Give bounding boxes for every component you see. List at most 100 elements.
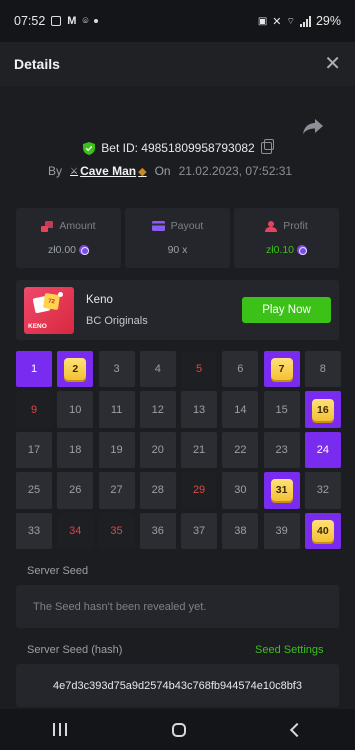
gallery-icon xyxy=(51,16,62,26)
profit-value: zł0.10 xyxy=(265,244,295,256)
verified-shield-icon xyxy=(83,141,96,155)
status-bar: 07:52 M ⌾ ▣ ✕ ⌔ 29% xyxy=(0,0,355,42)
copy-icon[interactable] xyxy=(260,139,274,154)
keno-cell: 12 xyxy=(139,391,176,428)
notification-icon: ⌾ xyxy=(82,15,89,27)
keno-thumb-label: KENO xyxy=(28,323,47,330)
bet-id-row: Bet ID: 49851809958793082 xyxy=(0,139,355,155)
keno-cell: 38 xyxy=(222,512,259,549)
server-seed-label: Server Seed xyxy=(27,565,89,577)
server-seed-hash-label: Server Seed (hash) xyxy=(27,644,123,656)
amount-stat: Amount zł0.00 xyxy=(16,208,121,268)
bet-stats: Amount zł0.00 Payout 90 x Profit zł0.10 xyxy=(16,208,339,268)
keno-cell: 17 xyxy=(16,431,52,469)
keno-thumbnail[interactable]: 72 KENO xyxy=(24,287,74,334)
keno-cell: 23 xyxy=(263,431,300,469)
keno-cell: 9 xyxy=(16,391,52,428)
keno-cell: 24 xyxy=(304,431,341,469)
system-nav-bar xyxy=(0,709,355,750)
on-label: On xyxy=(154,164,171,178)
server-seed-value: The Seed hasn't been revealed yet. xyxy=(33,600,207,613)
club-icon: ◆ xyxy=(138,165,147,178)
keno-cell: 28 xyxy=(139,472,176,509)
share-icon[interactable] xyxy=(302,117,324,135)
keno-cell: 15 xyxy=(263,391,300,428)
server-seed-hash-value: 4e7d3c393d75a9d2574b43c768fb944574e10c8b… xyxy=(53,679,302,692)
user-profit-icon xyxy=(265,220,278,232)
game-card: 72 KENO Keno BC Originals Play Now xyxy=(16,280,339,340)
keno-cell: 7 xyxy=(263,351,300,388)
keno-hit-number: 2 xyxy=(64,358,87,381)
keno-cell: 18 xyxy=(57,431,94,469)
gmail-icon: M xyxy=(67,15,77,27)
bet-id: Bet ID: 49851809958793082 xyxy=(101,141,255,155)
keno-hit-number: 7 xyxy=(270,358,293,381)
close-icon[interactable]: ✕ xyxy=(324,54,341,74)
wifi-icon: ⌔ xyxy=(286,15,295,26)
game-provider: BC Originals xyxy=(86,315,148,327)
keno-cell: 34 xyxy=(57,512,94,549)
keno-grid: 1 2 3 4 5 6 7 8 9 10 11 12 13 14 15 16 17 18 19 20 21 22 23 24 2… xyxy=(16,351,341,549)
mute-icon: ✕ xyxy=(272,15,282,28)
keno-cell: 21 xyxy=(181,431,218,469)
payout-stat: Payout 90 x xyxy=(125,208,230,268)
user-link[interactable]: ⚔ Cave Man ◆ xyxy=(70,164,147,178)
back-icon[interactable] xyxy=(290,722,305,737)
keno-cell: 35 xyxy=(98,512,135,549)
details-header: Details ✕ xyxy=(0,42,355,86)
keno-hit-number: 16 xyxy=(311,398,334,421)
keno-cell: 16 xyxy=(304,391,341,428)
keno-cell: 19 xyxy=(98,431,135,469)
keno-cell: 2 xyxy=(57,351,94,388)
bet-byline: By ⚔ Cave Man ◆ On 21.02.2023, 07:52:31 xyxy=(48,164,292,178)
signal-icon xyxy=(299,15,311,27)
user-avatar-icon: ⚔ xyxy=(70,165,79,176)
keno-cell: 11 xyxy=(98,391,135,428)
seed-settings-link[interactable]: Seed Settings xyxy=(255,644,324,656)
keno-cell: 4 xyxy=(139,351,176,388)
page-title: Details xyxy=(14,56,60,72)
keno-cell: 1 xyxy=(16,351,52,388)
keno-cell: 30 xyxy=(222,472,259,509)
keno-cell: 26 xyxy=(57,472,94,509)
keno-cell: 27 xyxy=(98,472,135,509)
coins-icon xyxy=(41,220,54,232)
recent-apps-icon[interactable] xyxy=(52,723,67,736)
keno-cell: 5 xyxy=(181,351,218,388)
keno-hit-number: 31 xyxy=(270,479,293,502)
by-label: By xyxy=(48,164,63,178)
keno-cell: 40 xyxy=(304,512,341,549)
profit-label: Profit xyxy=(283,220,308,232)
server-seed-hash-box[interactable]: 4e7d3c393d75a9d2574b43c768fb944574e10c8b… xyxy=(16,664,339,707)
keno-cell: 25 xyxy=(16,472,52,509)
keno-cell: 22 xyxy=(222,431,259,469)
keno-cell: 29 xyxy=(181,472,218,509)
keno-cell: 13 xyxy=(181,391,218,428)
lock-icon: ▣ xyxy=(257,15,268,27)
home-icon[interactable] xyxy=(172,722,187,737)
keno-hit-number: 40 xyxy=(311,519,334,542)
amount-label: Amount xyxy=(59,220,96,232)
keno-cell: 32 xyxy=(304,472,341,509)
currency-icon xyxy=(297,245,308,255)
payout-value: 90 x xyxy=(167,244,188,256)
keno-cell: 3 xyxy=(98,351,135,388)
battery-level: 29% xyxy=(315,14,341,28)
keno-cell: 36 xyxy=(139,512,176,549)
keno-cell: 8 xyxy=(304,351,341,388)
keno-cell: 6 xyxy=(222,351,259,388)
keno-cell: 33 xyxy=(16,512,52,549)
profit-stat: Profit zł0.10 xyxy=(234,208,339,268)
bet-datetime: 21.02.2023, 07:52:31 xyxy=(178,164,293,178)
card-icon xyxy=(151,221,165,231)
keno-cell: 37 xyxy=(181,512,218,549)
payout-label: Payout xyxy=(170,220,204,232)
server-seed-box: The Seed hasn't been revealed yet. xyxy=(16,585,339,628)
keno-cell: 10 xyxy=(57,391,94,428)
more-notifications-dot xyxy=(94,19,99,23)
keno-cell: 20 xyxy=(139,431,176,469)
currency-icon xyxy=(79,245,90,255)
game-name: Keno xyxy=(86,294,113,306)
status-time: 07:52 xyxy=(14,14,46,28)
play-now-button[interactable]: Play Now xyxy=(242,297,331,323)
